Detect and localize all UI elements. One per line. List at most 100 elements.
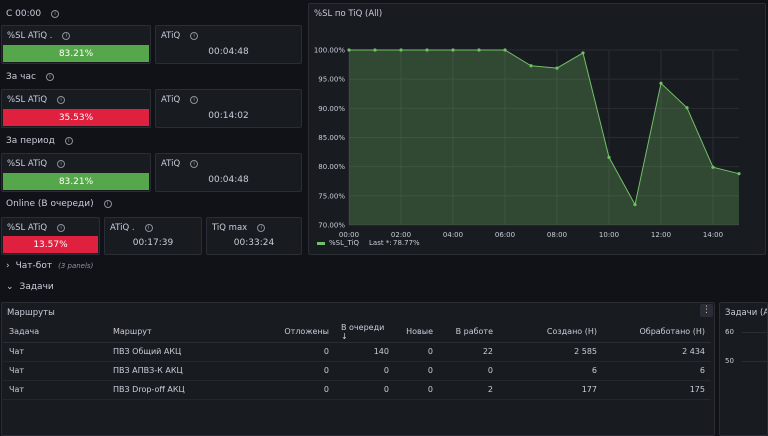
y-tick-label: 80.00% (318, 163, 345, 171)
legend-swatch (317, 242, 325, 245)
data-point (607, 155, 611, 159)
stat-panel-sl-hour[interactable]: %SL ATiQ i 35.53% (1, 89, 151, 128)
table-header-row: Задача Маршрут Отложены В очереди ↓ Новы… (3, 322, 711, 343)
stat-panel-atiq-hour[interactable]: ATiQ i 00:14:02 (155, 89, 302, 128)
col-header[interactable]: В работе (439, 322, 499, 343)
table-cell: 175 (603, 380, 711, 400)
stat-panel-atiq-period[interactable]: ATiQ i 00:04:48 (155, 153, 302, 192)
stat-panel-atiq-online[interactable]: ATiQ .i 00:17:39 (104, 217, 202, 255)
table-cell: 6 (603, 361, 711, 381)
table-cell: 22 (439, 342, 499, 362)
grid-line (742, 332, 767, 333)
data-point (685, 106, 689, 110)
table-cell: ПВЗ Общий АКЦ (107, 342, 271, 362)
stat-value: 00:17:39 (132, 238, 174, 248)
stat-value: 83.21% (3, 173, 149, 190)
chart-panel-sl-tiq[interactable]: %SL по TiQ (All) 100.00% 95.00% 90.00% 85.0… (308, 3, 766, 255)
info-icon[interactable]: i (64, 137, 73, 145)
table-cell: ПВЗ АПВЗ-К АКЦ (107, 361, 271, 381)
x-tick-label: 14:00 (703, 231, 723, 239)
data-point (477, 48, 481, 52)
data-point (425, 48, 429, 52)
stat-panel-tiq-max-online[interactable]: TiQ max i 00:33:24 (206, 217, 302, 255)
data-point (373, 48, 377, 52)
chevron-down-icon: ⌄ (6, 282, 14, 292)
info-icon[interactable]: i (190, 32, 199, 40)
info-icon[interactable]: i (62, 32, 71, 40)
stat-value: 35.53% (3, 109, 149, 126)
data-point (347, 48, 351, 52)
x-tick-label: 06:00 (495, 231, 515, 239)
info-icon[interactable]: i (257, 224, 266, 232)
row-chatbot[interactable]: › Чат-бот (3 panels) (6, 261, 93, 271)
y-tick-label: 90.00% (318, 105, 345, 113)
table-cell: Чат (3, 380, 107, 400)
sl-tiq-chart: 100.00% 95.00% 90.00% 85.00% 80.00% 75.00% 70.… (314, 47, 741, 247)
x-tick-label: 12:00 (651, 231, 671, 239)
col-header[interactable]: Маршрут (107, 322, 271, 343)
col-header[interactable]: Отложены (271, 322, 335, 343)
section-per-period: За период i (6, 136, 73, 146)
grid-line (742, 361, 767, 362)
stat-panel-sl-midnight[interactable]: %SL ATiQ .i 83.21% (1, 25, 151, 64)
routes-panel[interactable]: Маршруты Задача Маршрут Отложены В очере… (1, 302, 715, 436)
x-tick-label: 08:00 (547, 231, 567, 239)
info-icon[interactable]: i (45, 73, 54, 81)
table-row[interactable]: Чат ПВЗ АПВЗ-К АКЦ 0 0 0 0 6 6 (3, 361, 711, 381)
stat-value: 00:04:48 (208, 47, 249, 57)
stat-panel-sl-period[interactable]: %SL ATiQ i 83.21% (1, 153, 151, 192)
table-cell: 0 (335, 380, 395, 400)
table-cell: 2 (439, 380, 499, 400)
section-since-midnight: С 00:00 i (6, 9, 60, 19)
table-cell: 2 434 (603, 342, 711, 362)
section-per-hour: За час i (6, 72, 54, 82)
col-header[interactable]: Новые (395, 322, 439, 343)
row-tasks[interactable]: ⌄ Задачи (6, 282, 54, 292)
info-icon[interactable]: i (190, 160, 199, 168)
legend-last-value: 78.77% (393, 239, 420, 247)
y-tick: 50 (725, 357, 734, 365)
info-icon[interactable]: i (57, 96, 66, 104)
info-icon[interactable]: i (103, 200, 112, 208)
tasks-chart-panel[interactable]: Задачи (All 60 50 (719, 302, 768, 436)
x-tick-label: 02:00 (391, 231, 411, 239)
data-point (529, 64, 533, 68)
col-header[interactable]: Обработано (Н) (603, 322, 711, 343)
info-icon[interactable]: i (57, 160, 66, 168)
y-tick-label: 70.00% (318, 222, 345, 230)
data-point (399, 48, 403, 52)
table-cell: 0 (271, 380, 335, 400)
chevron-right-icon: › (6, 261, 10, 271)
panel-menu-icon[interactable]: ⋮ (700, 304, 713, 317)
y-tick-label: 100.00% (314, 47, 345, 55)
stat-value: 83.21% (3, 45, 149, 62)
info-icon[interactable]: i (144, 224, 153, 232)
legend: %SL_TiQ Last *: 78.77% (317, 239, 420, 247)
data-point (581, 51, 585, 55)
table-cell: 0 (439, 361, 499, 381)
table-cell: 0 (395, 380, 439, 400)
table-cell: 0 (271, 361, 335, 381)
data-point (555, 66, 559, 70)
legend-label: %SL_TiQ (329, 239, 360, 247)
col-header-sorted[interactable]: В очереди ↓ (335, 322, 395, 343)
sort-arrow-icon: ↓ (341, 331, 348, 341)
col-header[interactable]: Задача (3, 322, 107, 343)
table-cell: 0 (395, 361, 439, 381)
stat-panel-sl-online[interactable]: %SL ATiQ i 13.57% (1, 217, 100, 255)
data-point (451, 48, 455, 52)
stat-panel-atiq-midnight[interactable]: ATiQ i 00:04:48 (155, 25, 302, 64)
info-icon[interactable]: i (190, 96, 199, 104)
info-icon[interactable]: i (51, 10, 60, 18)
table-row[interactable]: Чат ПВЗ Общий АКЦ 0 140 0 22 2 585 2 434 (3, 342, 711, 362)
info-icon[interactable]: i (57, 224, 66, 232)
col-header[interactable]: Создано (Н) (499, 322, 603, 343)
table-cell: 140 (335, 342, 395, 362)
y-tick-label: 75.00% (318, 192, 345, 200)
table-row[interactable]: Чат ПВЗ Drop-off АКЦ 0 0 0 2 177 175 (3, 380, 711, 400)
y-tick-label: 95.00% (318, 76, 345, 84)
data-point (633, 202, 637, 207)
table-cell: ПВЗ Drop-off АКЦ (107, 380, 271, 400)
legend-last-label: Last *: (369, 239, 392, 247)
stat-value: 00:14:02 (208, 111, 249, 121)
